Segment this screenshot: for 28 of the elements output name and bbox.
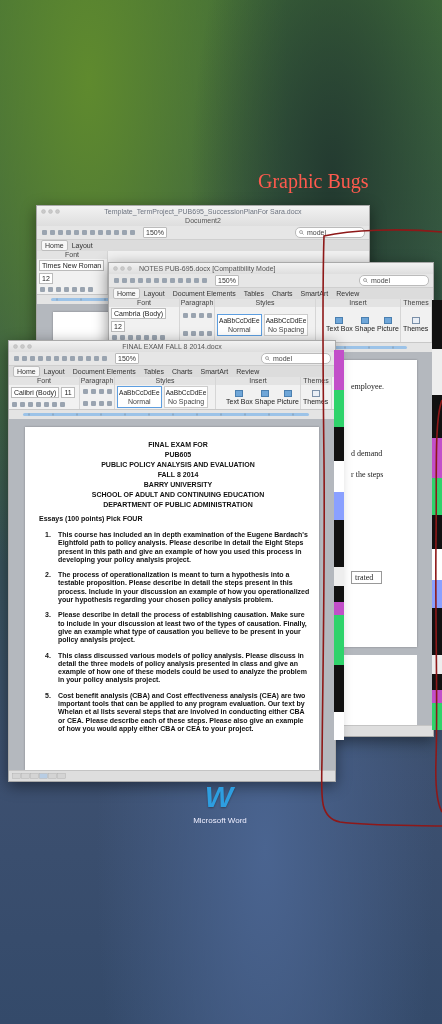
search-icon: [265, 356, 270, 361]
themes-icon: [311, 389, 320, 397]
toolbar-icons-drawing: [82, 387, 114, 395]
annotation-text: Graphic Bugs: [258, 170, 369, 193]
document-text: employee.: [351, 382, 385, 391]
insert-icon: [361, 317, 369, 324]
search-icon: [363, 278, 368, 283]
toolbar-icons-drawing: [182, 312, 214, 320]
window-controls-icon[interactable]: [41, 209, 63, 214]
toolbar-icons-drawing: [182, 329, 214, 337]
toolbar-icons-drawing: [11, 400, 67, 408]
document-text: r the steps: [351, 470, 384, 479]
insert-icon: [284, 389, 292, 397]
insert-icon: [235, 389, 244, 397]
search-icon: [299, 230, 304, 235]
insert-icon: [335, 317, 344, 324]
view-buttons-icon[interactable]: [12, 773, 66, 779]
insert-icon: [261, 389, 269, 397]
toolbar-icons-drawing: [111, 334, 167, 341]
window-controls-icon[interactable]: [113, 266, 135, 271]
app-label: Microsoft Word: [192, 816, 248, 825]
toolbar-icons-drawing: [82, 399, 114, 407]
insert-icon: [384, 317, 392, 324]
window-controls-icon[interactable]: [13, 344, 35, 349]
table-cell: trated: [351, 571, 383, 584]
toolbar-icons-drawing: [39, 286, 95, 293]
document-text: d demand: [351, 449, 383, 458]
themes-icon: [411, 317, 420, 324]
